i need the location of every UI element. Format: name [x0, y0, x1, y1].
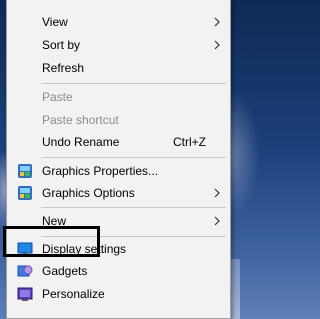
menu-item-gadgets[interactable]: Gadgets [7, 260, 230, 282]
menu-item-graphics-properties[interactable]: Graphics Properties... [7, 160, 230, 182]
menu-separator [41, 207, 226, 208]
menu-item-personalize[interactable]: Personalize [7, 283, 230, 305]
menu-separator [41, 157, 226, 158]
menu-item-sort-by[interactable]: Sort by [7, 34, 230, 56]
menu-item-view[interactable]: View [7, 11, 230, 33]
menu-item-refresh[interactable]: Refresh [7, 57, 230, 79]
menu-item-label: Paste [42, 90, 73, 104]
chevron-right-icon [214, 216, 220, 226]
menu-item-label: Personalize [42, 287, 105, 301]
menu-item-label: Sort by [42, 38, 81, 52]
menu-item-label: View [42, 15, 68, 29]
chevron-right-icon [214, 40, 220, 50]
intel-graphics-icon [18, 164, 32, 178]
gadgets-highlight-box [3, 226, 100, 257]
menu-item-undo-rename[interactable]: Undo Rename Ctrl+Z [7, 131, 230, 153]
menu-item-label: Gadgets [42, 264, 88, 278]
menu-item-label: Undo Rename [42, 135, 120, 149]
personalize-icon [17, 287, 33, 301]
menu-item-graphics-options[interactable]: Graphics Options [7, 182, 230, 204]
menu-item-paste-shortcut: Paste shortcut [7, 109, 230, 131]
menu-item-label: Refresh [42, 61, 85, 75]
chevron-right-icon [214, 188, 220, 198]
gadgets-icon [17, 265, 33, 277]
desktop-context-menu: View Sort by Refresh Paste Paste shortcu… [6, 0, 231, 319]
menu-item-paste: Paste [7, 86, 230, 108]
menu-separator [41, 83, 226, 84]
menu-item-label: Graphics Options [42, 186, 135, 200]
chevron-right-icon [214, 17, 220, 27]
intel-graphics-icon [18, 186, 32, 200]
menu-item-label: Graphics Properties... [42, 164, 159, 178]
keyboard-shortcut: Ctrl+Z [173, 135, 206, 149]
menu-item-label: Paste shortcut [42, 113, 119, 127]
